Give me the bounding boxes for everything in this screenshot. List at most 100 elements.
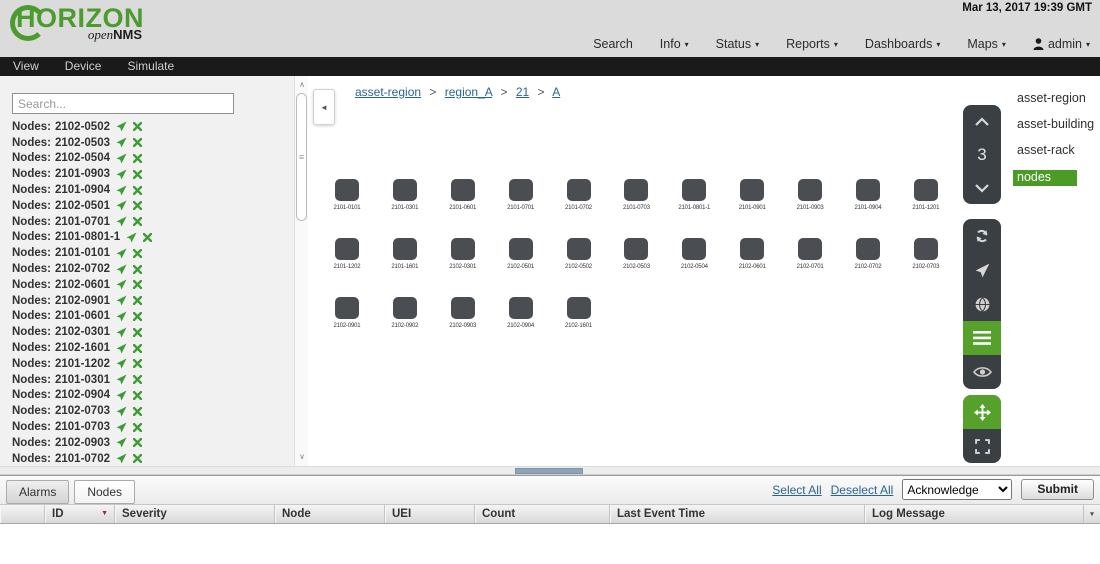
topology-node[interactable]: 2102-0903 [434, 297, 492, 329]
collapse-sidebar-button[interactable]: ◄ [313, 89, 335, 125]
scroll-down-button[interactable]: ∨ [296, 451, 308, 463]
column-header-id[interactable]: ID ▼ [45, 505, 115, 523]
deselect-all-link[interactable]: Deselect All [831, 483, 894, 497]
nav-dashboards[interactable]: Dashboards▾ [865, 37, 940, 51]
remove-from-focus-icon[interactable] [133, 138, 142, 147]
center-on-node-icon[interactable] [116, 437, 127, 448]
menu-simulate[interactable]: Simulate [114, 57, 187, 76]
remove-from-focus-icon[interactable] [133, 423, 142, 432]
topology-node[interactable]: 2102-0503 [607, 238, 665, 270]
column-header-node[interactable]: Node [275, 505, 385, 523]
refresh-button[interactable] [963, 219, 1001, 253]
topology-node[interactable]: 2101-0701 [492, 179, 550, 211]
fullscreen-button[interactable] [963, 429, 1001, 463]
layer-item[interactable]: asset-rack [1017, 144, 1075, 157]
remove-from-focus-icon[interactable] [133, 454, 142, 463]
center-on-selection-button[interactable] [963, 253, 1001, 287]
topology-node[interactable]: 2101-0801-1 [665, 179, 723, 211]
szl-up-button[interactable] [963, 105, 1001, 138]
tab-nodes[interactable]: Nodes [74, 480, 135, 504]
remove-from-focus-icon[interactable] [133, 312, 142, 321]
topology-node[interactable]: 2102-1601 [550, 297, 608, 329]
topology-map[interactable]: ◄ asset-region > region_A > 21 > A 2101-… [309, 76, 1003, 466]
topology-node[interactable]: 2101-1601 [376, 238, 434, 270]
column-header-uei[interactable]: UEI [385, 505, 475, 523]
remove-from-focus-icon[interactable] [133, 328, 142, 337]
column-header-severity[interactable]: Severity [115, 505, 275, 523]
layers-button[interactable] [963, 321, 1001, 355]
breadcrumb-link-asset-region[interactable]: asset-region [355, 85, 421, 99]
search-input[interactable] [12, 93, 234, 114]
center-on-node-icon[interactable] [116, 311, 127, 322]
topology-node[interactable]: 2101-0903 [781, 179, 839, 211]
center-on-node-icon[interactable] [116, 422, 127, 433]
topology-node[interactable]: 2101-1202 [318, 238, 376, 270]
remove-from-focus-icon[interactable] [133, 249, 142, 258]
topology-node[interactable]: 2101-1201 [897, 179, 955, 211]
remove-from-focus-icon[interactable] [133, 186, 142, 195]
remove-from-focus-icon[interactable] [133, 170, 142, 179]
nav-admin[interactable]: admin▾ [1033, 37, 1090, 51]
menu-view[interactable]: View [0, 57, 52, 76]
tab-alarms[interactable]: Alarms [6, 480, 69, 504]
szl-down-button[interactable] [963, 171, 1001, 204]
remove-from-focus-icon[interactable] [133, 359, 142, 368]
topology-node[interactable]: 2101-0904 [839, 179, 897, 211]
topology-node[interactable]: 2101-0301 [376, 179, 434, 211]
center-on-node-icon[interactable] [116, 169, 127, 180]
nav-reports[interactable]: Reports▾ [786, 37, 838, 51]
center-on-node-icon[interactable] [116, 374, 127, 385]
submit-button[interactable]: Submit [1021, 479, 1094, 500]
center-on-node-icon[interactable] [116, 153, 127, 164]
topology-node[interactable]: 2102-0701 [781, 238, 839, 270]
remove-from-focus-icon[interactable] [133, 280, 142, 289]
scrollbar-thumb[interactable]: ≡ [296, 93, 307, 221]
center-on-node-icon[interactable] [116, 295, 127, 306]
nav-maps[interactable]: Maps▾ [967, 37, 1006, 51]
layer-item[interactable]: nodes [1013, 170, 1077, 186]
topology-node[interactable]: 2101-0101 [318, 179, 376, 211]
pan-mode-button[interactable] [963, 395, 1001, 429]
center-on-node-icon[interactable] [116, 121, 127, 132]
topology-node[interactable]: 2102-0703 [897, 238, 955, 270]
horizontal-scrollbar[interactable] [0, 466, 1100, 475]
center-on-node-icon[interactable] [116, 358, 127, 369]
column-header-log-message[interactable]: Log Message [865, 505, 1084, 523]
center-on-node-icon[interactable] [116, 279, 127, 290]
center-on-node-icon[interactable] [126, 232, 137, 243]
center-on-node-icon[interactable] [116, 200, 127, 211]
topology-node[interactable]: 2101-0601 [434, 179, 492, 211]
scroll-up-button[interactable]: ∧ [296, 79, 308, 91]
remove-from-focus-icon[interactable] [133, 296, 142, 305]
remove-from-focus-icon[interactable] [133, 265, 142, 274]
highlight-focus-button[interactable] [963, 355, 1001, 389]
column-menu-button[interactable]: ▾ [1084, 505, 1100, 523]
remove-from-focus-icon[interactable] [133, 122, 142, 131]
remove-from-focus-icon[interactable] [133, 217, 142, 226]
topology-node[interactable]: 2102-0504 [665, 238, 723, 270]
remove-from-focus-icon[interactable] [133, 344, 142, 353]
topology-node[interactable]: 2102-0904 [492, 297, 550, 329]
topology-node[interactable]: 2101-0901 [723, 179, 781, 211]
topology-node[interactable]: 2102-0601 [723, 238, 781, 270]
breadcrumb-link-a[interactable]: A [552, 85, 560, 99]
select-all-link[interactable]: Select All [772, 483, 821, 497]
layer-item[interactable]: asset-region [1017, 92, 1086, 105]
sidebar-scrollbar[interactable]: ∧ ≡ ∨ [294, 76, 308, 466]
remove-from-focus-icon[interactable] [133, 375, 142, 384]
remove-from-focus-icon[interactable] [133, 438, 142, 447]
center-on-node-icon[interactable] [116, 137, 127, 148]
center-on-node-icon[interactable] [116, 327, 127, 338]
center-on-node-icon[interactable] [116, 390, 127, 401]
center-on-node-icon[interactable] [116, 185, 127, 196]
remove-from-focus-icon[interactable] [133, 391, 142, 400]
alarm-action-select[interactable]: Acknowledge [902, 479, 1012, 500]
topology-node[interactable]: 2102-0301 [434, 238, 492, 270]
topology-node[interactable]: 2102-0902 [376, 297, 434, 329]
nav-search[interactable]: Search [593, 37, 633, 51]
breadcrumb-link-region[interactable]: region_A [445, 85, 492, 99]
opennms-logo[interactable]: HORIZON openNMS [10, 2, 144, 43]
topology-node[interactable]: 2102-0502 [550, 238, 608, 270]
remove-from-focus-icon[interactable] [143, 233, 152, 242]
nav-info[interactable]: Info▾ [660, 37, 689, 51]
